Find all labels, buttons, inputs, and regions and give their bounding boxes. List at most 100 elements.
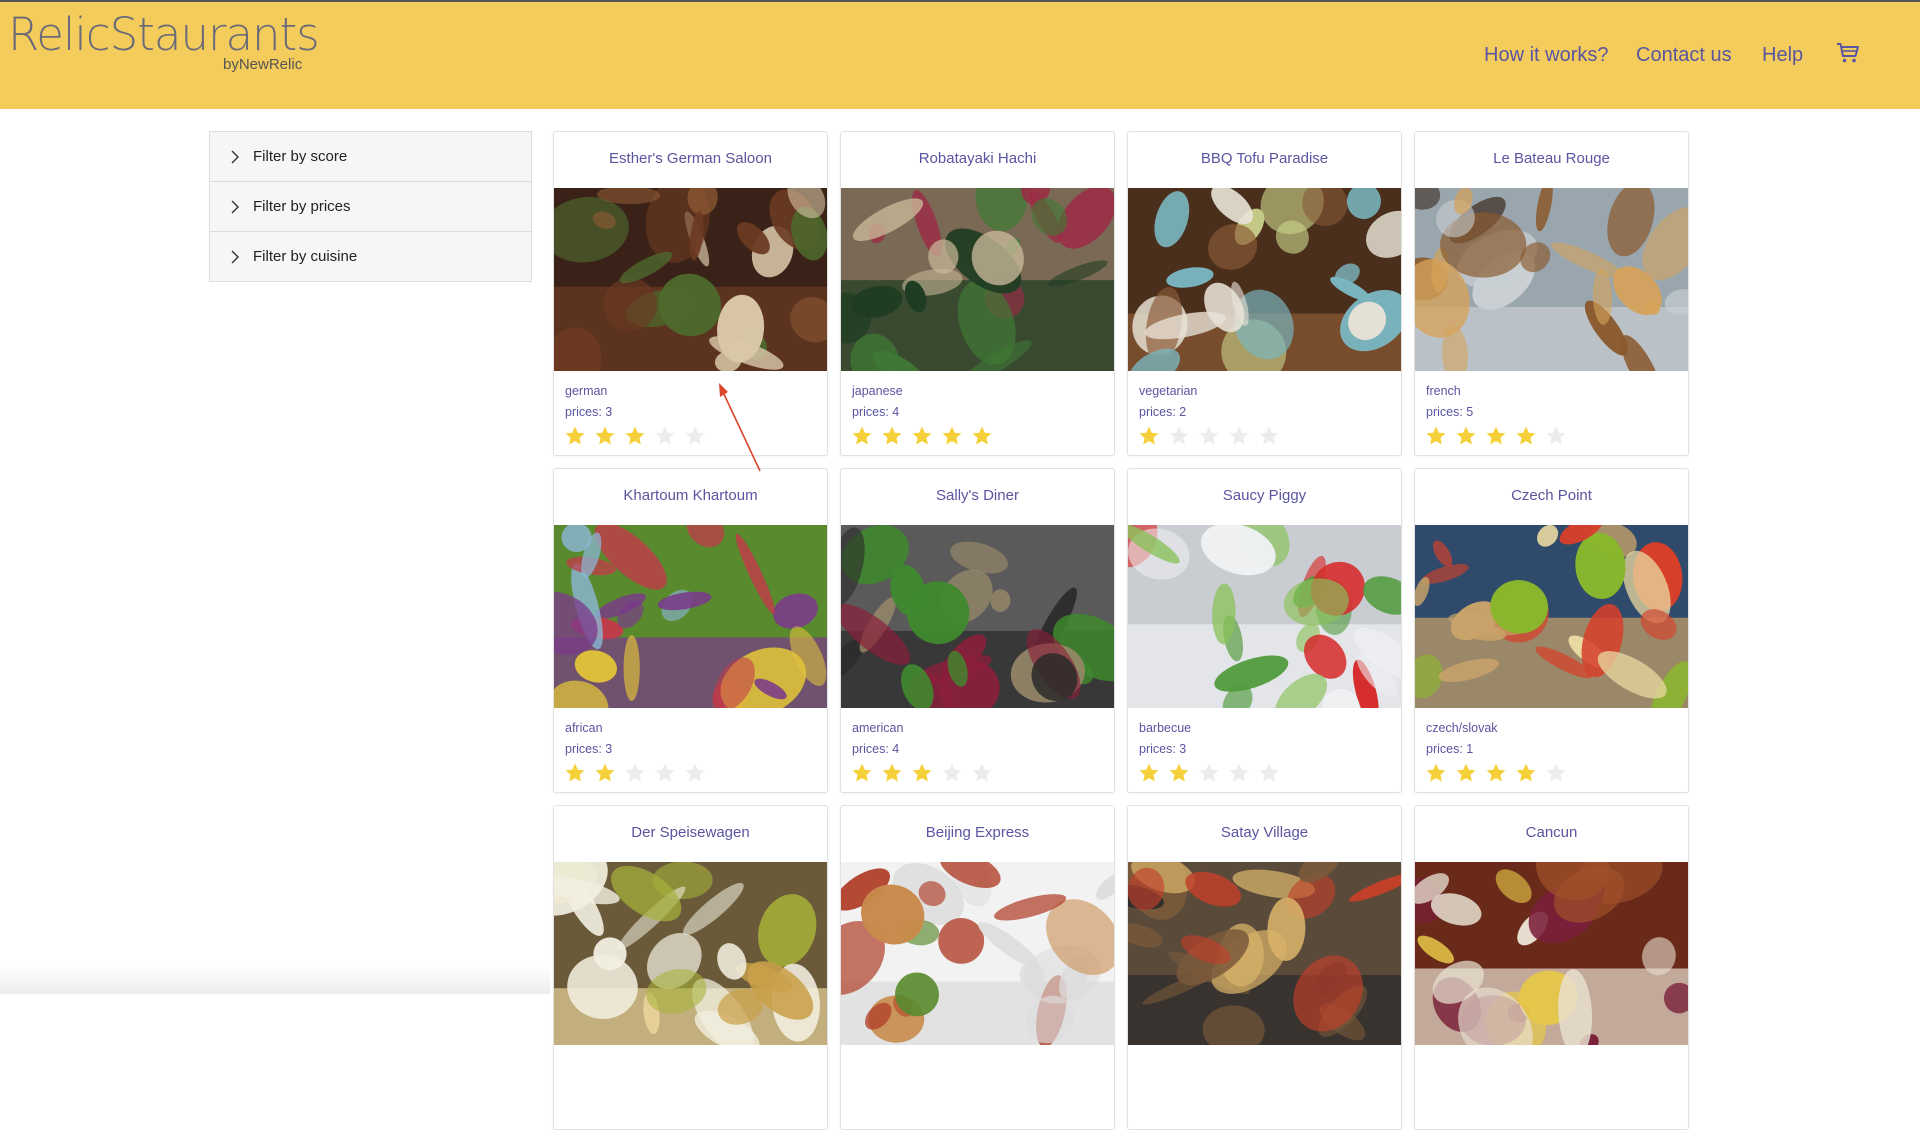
- star-filled-icon: [564, 425, 586, 447]
- star-filled-icon: [1138, 762, 1160, 784]
- price-label: prices: 2: [1139, 405, 1187, 419]
- restaurant-name[interactable]: Le Bateau Rouge: [1415, 150, 1688, 167]
- site-header: RelicStaurants byNewRelic How it works? …: [0, 2, 1920, 109]
- star-filled-icon: [564, 762, 586, 784]
- star-empty-icon: [1198, 762, 1220, 784]
- star-filled-icon: [1425, 425, 1447, 447]
- cuisine-label: american: [852, 721, 904, 735]
- star-empty-icon: [971, 762, 993, 784]
- star-filled-icon: [881, 425, 903, 447]
- star-filled-icon: [1485, 762, 1507, 784]
- star-filled-icon: [1455, 762, 1477, 784]
- cart-icon[interactable]: [1836, 42, 1860, 69]
- restaurant-card[interactable]: Le Bateau Rouge french prices: 5: [1414, 131, 1689, 456]
- star-empty-icon: [624, 762, 646, 784]
- restaurant-photo[interactable]: [1415, 862, 1688, 1045]
- cuisine-label: vegetarian: [1139, 384, 1198, 398]
- restaurant-card[interactable]: Beijing Express: [840, 805, 1115, 1130]
- restaurant-card[interactable]: Sally's Diner american prices: 4: [840, 468, 1115, 793]
- cuisine-label: japanese: [852, 384, 903, 398]
- star-empty-icon: [1228, 762, 1250, 784]
- star-empty-icon: [1228, 425, 1250, 447]
- nav-help[interactable]: Help: [1762, 44, 1803, 67]
- restaurant-name[interactable]: Der Speisewagen: [554, 824, 827, 841]
- star-empty-icon: [654, 762, 676, 784]
- restaurant-photo[interactable]: [1415, 188, 1688, 371]
- restaurant-photo[interactable]: [1128, 862, 1401, 1045]
- restaurant-card[interactable]: Czech Point czech/slovak prices: 1: [1414, 468, 1689, 793]
- price-label: prices: 3: [565, 405, 613, 419]
- price-label: prices: 4: [852, 742, 900, 756]
- star-empty-icon: [684, 425, 706, 447]
- restaurant-name[interactable]: Czech Point: [1415, 487, 1688, 504]
- restaurant-name[interactable]: Khartoum Khartoum: [554, 487, 827, 504]
- chevron-right-icon: [231, 200, 239, 214]
- restaurant-photo[interactable]: [554, 862, 827, 1045]
- star-empty-icon: [941, 762, 963, 784]
- brand-subtitle: byNewRelic: [223, 56, 303, 73]
- restaurant-card[interactable]: Robatayaki Hachi japanese prices: 4: [840, 131, 1115, 456]
- star-empty-icon: [1545, 762, 1567, 784]
- star-empty-icon: [684, 762, 706, 784]
- restaurant-photo[interactable]: [841, 188, 1114, 371]
- price-label: prices: 3: [565, 742, 613, 756]
- filter-by-cuisine[interactable]: Filter by cuisine: [210, 232, 531, 281]
- price-label: prices: 3: [1139, 742, 1187, 756]
- star-filled-icon: [624, 425, 646, 447]
- restaurant-card[interactable]: BBQ Tofu Paradise vegetarian prices: 2: [1127, 131, 1402, 456]
- cuisine-label: czech/slovak: [1426, 721, 1498, 735]
- star-filled-icon: [941, 425, 963, 447]
- restaurant-card[interactable]: Khartoum Khartoum african prices: 3: [553, 468, 828, 793]
- restaurant-card[interactable]: Cancun: [1414, 805, 1689, 1130]
- star-filled-icon: [851, 425, 873, 447]
- bottom-shadow: [0, 964, 550, 994]
- restaurant-photo[interactable]: [1128, 188, 1401, 371]
- restaurant-card[interactable]: Esther's German Saloon german prices: 3: [553, 131, 828, 456]
- star-filled-icon: [1138, 425, 1160, 447]
- nav-contact-us[interactable]: Contact us: [1636, 44, 1732, 67]
- star-filled-icon: [881, 762, 903, 784]
- star-filled-icon: [1515, 425, 1537, 447]
- filter-label: Filter by cuisine: [253, 248, 358, 265]
- star-filled-icon: [1168, 762, 1190, 784]
- star-filled-icon: [1455, 425, 1477, 447]
- star-filled-icon: [851, 762, 873, 784]
- star-filled-icon: [594, 425, 616, 447]
- star-filled-icon: [1425, 762, 1447, 784]
- star-filled-icon: [911, 762, 933, 784]
- restaurant-name[interactable]: Satay Village: [1128, 824, 1401, 841]
- chevron-right-icon: [231, 150, 239, 164]
- price-label: prices: 4: [852, 405, 900, 419]
- restaurant-photo[interactable]: [1128, 525, 1401, 708]
- star-filled-icon: [1515, 762, 1537, 784]
- restaurant-photo[interactable]: [841, 862, 1114, 1045]
- restaurant-name[interactable]: Robatayaki Hachi: [841, 150, 1114, 167]
- restaurant-card[interactable]: Satay Village: [1127, 805, 1402, 1130]
- star-empty-icon: [1198, 425, 1220, 447]
- filter-by-score[interactable]: Filter by score: [210, 132, 531, 182]
- restaurant-photo[interactable]: [1415, 525, 1688, 708]
- restaurant-photo[interactable]: [554, 188, 827, 371]
- filter-panel: Filter by score Filter by prices Filter …: [209, 131, 532, 282]
- star-filled-icon: [911, 425, 933, 447]
- star-empty-icon: [654, 425, 676, 447]
- restaurant-photo[interactable]: [841, 525, 1114, 708]
- star-empty-icon: [1258, 762, 1280, 784]
- restaurant-name[interactable]: Sally's Diner: [841, 487, 1114, 504]
- filter-by-prices[interactable]: Filter by prices: [210, 182, 531, 232]
- price-label: prices: 1: [1426, 742, 1474, 756]
- restaurant-card[interactable]: Saucy Piggy barbecue prices: 3: [1127, 468, 1402, 793]
- restaurant-name[interactable]: BBQ Tofu Paradise: [1128, 150, 1401, 167]
- restaurant-name[interactable]: Cancun: [1415, 824, 1688, 841]
- restaurant-name[interactable]: Esther's German Saloon: [554, 150, 827, 167]
- restaurant-name[interactable]: Beijing Express: [841, 824, 1114, 841]
- cuisine-label: german: [565, 384, 608, 398]
- cuisine-label: barbecue: [1139, 721, 1192, 735]
- brand-logo[interactable]: RelicStaurants byNewRelic: [8, 12, 320, 74]
- filter-label: Filter by prices: [253, 198, 351, 215]
- restaurant-card[interactable]: Der Speisewagen: [553, 805, 828, 1130]
- restaurant-photo[interactable]: [554, 525, 827, 708]
- star-empty-icon: [1545, 425, 1567, 447]
- nav-how-it-works[interactable]: How it works?: [1484, 44, 1608, 67]
- restaurant-name[interactable]: Saucy Piggy: [1128, 487, 1401, 504]
